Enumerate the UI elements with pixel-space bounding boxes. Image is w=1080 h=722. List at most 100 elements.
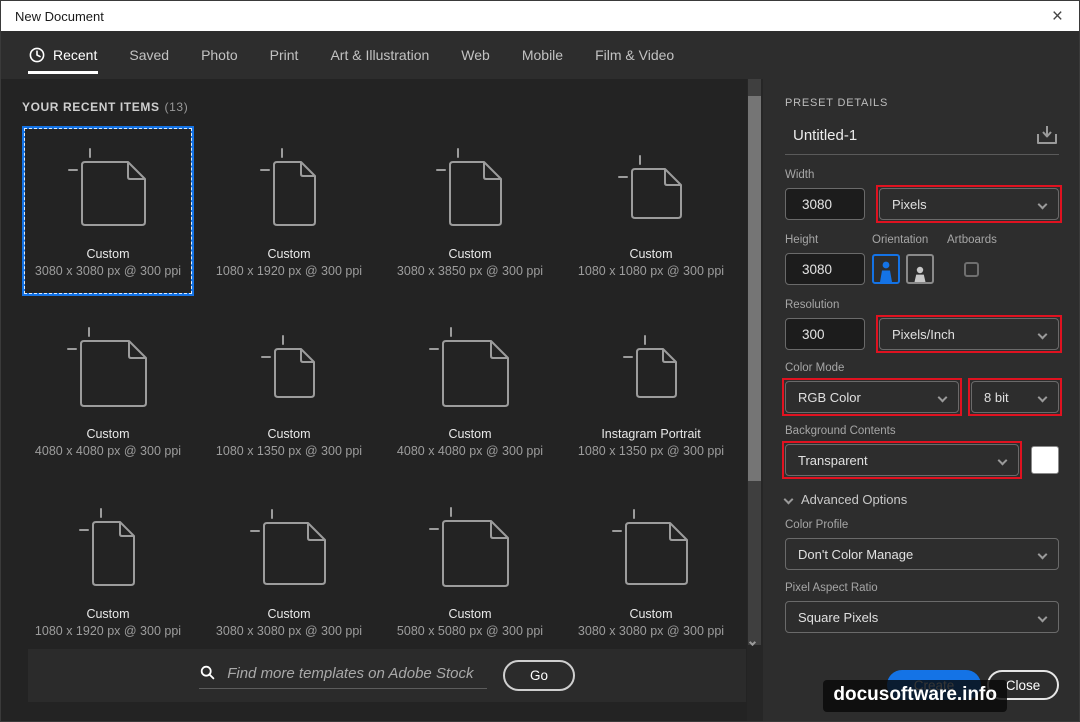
template-name: Custom	[629, 247, 672, 261]
tab-web[interactable]: Web	[460, 31, 491, 79]
pixel-aspect-ratio-dropdown[interactable]: Square Pixels	[785, 601, 1059, 633]
template-item-11[interactable]: Custom5080 x 5080 px @ 300 ppi	[384, 486, 556, 656]
document-name-input[interactable]	[785, 127, 985, 144]
height-orientation-labels: Height Orientation Artboards	[785, 234, 1059, 246]
template-item-1[interactable]: Custom 3080 x 3080 px @ 300 ppi	[22, 126, 194, 296]
template-dimensions: 3080 x 3850 px @ 300 ppi	[397, 264, 543, 278]
recent-items-count: (13)	[165, 100, 189, 114]
resolution-unit-dropdown[interactable]: Pixels/Inch	[879, 318, 1059, 350]
template-dimensions: 3080 x 3080 px @ 300 ppi	[35, 264, 181, 278]
document-page-icon	[612, 509, 691, 588]
recent-items-heading: YOUR RECENT ITEMS (13)	[1, 79, 747, 114]
bit-depth-dropdown[interactable]: 8 bit	[971, 381, 1059, 413]
document-page-icon	[623, 335, 680, 401]
background-contents-label: Background Contents	[785, 425, 1059, 437]
template-name: Custom	[267, 427, 310, 441]
tab-art-illustration[interactable]: Art & Illustration	[329, 31, 430, 79]
color-profile-dropdown[interactable]: Don't Color Manage	[785, 538, 1059, 570]
orientation-landscape-button[interactable]	[906, 254, 934, 284]
document-page-icon	[429, 327, 512, 410]
adobe-stock-search-bar: Go	[28, 649, 746, 702]
tab-film-video[interactable]: Film & Video	[594, 31, 675, 79]
orientation-label: Orientation	[872, 234, 947, 246]
tab-mobile[interactable]: Mobile	[521, 31, 564, 79]
template-icon-wrap	[206, 129, 372, 247]
dialog-content: YOUR RECENT ITEMS (13) Custom 3080 x 3080 …	[1, 79, 1079, 721]
template-name: Custom	[267, 247, 310, 261]
template-icon-wrap	[25, 309, 191, 427]
pixel-aspect-ratio-label: Pixel Aspect Ratio	[785, 582, 1059, 594]
template-item-12[interactable]: Custom 3080 x 3080 px @ 300 ppi	[565, 486, 737, 656]
template-item-5[interactable]: Custom4080 x 4080 px @ 300 ppi	[22, 306, 194, 476]
chevron-down-icon	[998, 455, 1008, 465]
search-input[interactable]	[227, 665, 485, 682]
color-profile-label: Color Profile	[785, 519, 1059, 531]
color-mode-dropdown[interactable]: RGB Color	[785, 381, 959, 413]
template-dimensions: 1080 x 1350 px @ 300 ppi	[216, 444, 362, 458]
template-name: Instagram Portrait	[601, 427, 700, 441]
template-dimensions: 1080 x 1920 px @ 300 ppi	[216, 264, 362, 278]
watermark: docusoftware.info	[823, 680, 1007, 712]
template-name: Custom	[448, 427, 491, 441]
tab-print[interactable]: Print	[269, 31, 300, 79]
template-dimensions: 1080 x 1920 px @ 300 ppi	[35, 624, 181, 638]
template-dimensions: 3080 x 3080 px @ 300 ppi	[578, 624, 724, 638]
template-item-3[interactable]: Custom3080 x 3850 px @ 300 ppi	[384, 126, 556, 296]
color-mode-label: Color Mode	[785, 362, 1059, 374]
template-dimensions: 3080 x 3080 px @ 300 ppi	[216, 624, 362, 638]
width-label: Width	[785, 169, 1059, 181]
document-page-icon	[67, 327, 150, 410]
grid-scrollbar[interactable]	[747, 79, 763, 721]
background-contents-dropdown[interactable]: Transparent	[785, 444, 1019, 476]
template-item-2[interactable]: Custom 1080 x 1920 px @ 300 ppi	[203, 126, 375, 296]
dialog-title: New Document	[15, 9, 104, 24]
template-name: Custom	[86, 427, 129, 441]
template-icon-wrap	[206, 489, 372, 607]
tab-label: Photo	[201, 47, 238, 63]
tab-photo[interactable]: Photo	[200, 31, 239, 79]
scrollbar-thumb[interactable]	[748, 96, 761, 481]
template-item-8[interactable]: Instagram Portrait1080 x 1350 px @ 300 p…	[565, 306, 737, 476]
chevron-down-icon	[1038, 549, 1048, 559]
width-unit-dropdown[interactable]: Pixels	[879, 188, 1059, 220]
document-page-icon	[79, 508, 138, 589]
width-unit-value: Pixels	[892, 197, 927, 212]
tab-label: Art & Illustration	[330, 47, 429, 63]
tab-recent[interactable]: Recent	[28, 31, 98, 79]
resolution-input[interactable]	[785, 318, 865, 350]
template-item-7[interactable]: Custom4080 x 4080 px @ 300 ppi	[384, 306, 556, 476]
recent-items-title: YOUR RECENT ITEMS	[22, 100, 160, 114]
template-item-9[interactable]: Custom1080 x 1920 px @ 300 ppi	[22, 486, 194, 656]
document-page-icon	[260, 148, 319, 229]
document-page-icon	[68, 148, 149, 229]
document-page-icon	[618, 155, 685, 222]
template-item-6[interactable]: Custom 1080 x 1350 px @ 300 ppi	[203, 306, 375, 476]
go-button[interactable]: Go	[503, 660, 575, 691]
save-preset-icon[interactable]	[1035, 124, 1059, 146]
advanced-options-toggle[interactable]: Advanced Options	[785, 492, 1059, 507]
chevron-down-icon	[784, 495, 794, 505]
scroll-down-icon[interactable]	[750, 632, 759, 641]
search-field[interactable]	[199, 662, 487, 689]
tab-label: Web	[461, 47, 490, 63]
background-color-swatch[interactable]	[1031, 446, 1059, 474]
color-profile-value: Don't Color Manage	[798, 547, 913, 562]
chevron-down-icon	[1038, 612, 1048, 622]
template-name: Custom	[629, 607, 672, 621]
template-icon-wrap	[25, 129, 191, 247]
tab-saved[interactable]: Saved	[128, 31, 170, 79]
orientation-portrait-button[interactable]	[872, 254, 900, 284]
chevron-down-icon	[1038, 199, 1048, 209]
template-name: Custom	[86, 247, 129, 261]
close-icon[interactable]: ×	[1052, 7, 1063, 26]
width-input[interactable]	[785, 188, 865, 220]
chevron-down-icon	[1038, 392, 1048, 402]
document-page-icon	[436, 148, 505, 229]
artboards-checkbox[interactable]	[964, 262, 979, 277]
template-item-10[interactable]: Custom3080 x 3080 px @ 300 ppi	[203, 486, 375, 656]
height-input[interactable]	[785, 253, 865, 285]
color-mode-value: RGB Color	[798, 390, 861, 405]
template-item-4[interactable]: Custom1080 x 1080 px @ 300 ppi	[565, 126, 737, 296]
chevron-down-icon	[1038, 329, 1048, 339]
resolution-label: Resolution	[785, 299, 1059, 311]
